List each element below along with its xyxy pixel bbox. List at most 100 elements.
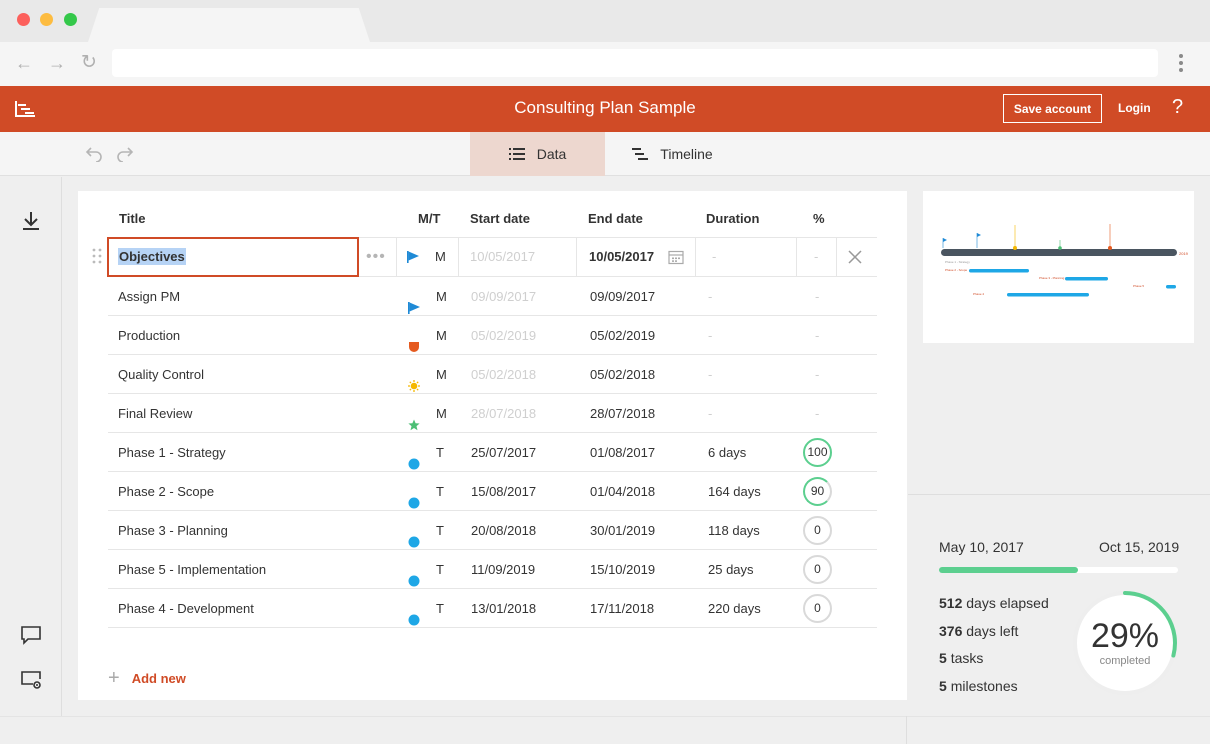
save-account-button[interactable]: Save account: [1003, 94, 1102, 123]
task-title[interactable]: Phase 3 - Planning: [118, 511, 228, 550]
end-date[interactable]: 01/08/2017: [590, 433, 655, 472]
end-date[interactable]: 09/09/2017: [590, 277, 655, 316]
reload-icon[interactable]: ↻: [78, 52, 100, 74]
duration[interactable]: -: [708, 394, 712, 433]
percent-value[interactable]: -: [815, 277, 819, 316]
screen-settings-icon[interactable]: [19, 668, 43, 692]
dot-icon[interactable]: [408, 524, 420, 548]
duration[interactable]: -: [708, 355, 712, 394]
url-input[interactable]: [112, 49, 1158, 77]
start-date[interactable]: 11/09/2019: [471, 550, 535, 589]
download-icon[interactable]: [19, 209, 43, 233]
flag-icon[interactable]: [408, 290, 420, 314]
percent-input[interactable]: -: [814, 238, 818, 276]
percent-value[interactable]: -: [815, 316, 819, 355]
end-date[interactable]: 01/04/2018: [590, 472, 655, 511]
kebab-menu-icon[interactable]: [1174, 52, 1188, 74]
table-row-editing[interactable]: Objectives ••• M 10/05/2017 10/05/2017 -…: [107, 237, 877, 277]
dot-icon[interactable]: [408, 563, 420, 587]
percent-value[interactable]: -: [815, 394, 819, 433]
dot-icon[interactable]: [408, 485, 420, 509]
start-date[interactable]: 15/08/2017: [471, 472, 536, 511]
column-header-duration[interactable]: Duration: [706, 211, 759, 226]
login-link[interactable]: Login: [1118, 101, 1151, 115]
duration[interactable]: -: [708, 316, 712, 355]
arrow-left-icon[interactable]: ←: [13, 52, 35, 74]
duration[interactable]: 25 days: [708, 550, 754, 589]
window-close-button[interactable]: [17, 13, 30, 26]
duration[interactable]: 164 days: [708, 472, 761, 511]
percent-circle[interactable]: 0: [803, 516, 832, 545]
percent-value[interactable]: -: [815, 355, 819, 394]
column-header-percent[interactable]: %: [813, 211, 825, 226]
star-icon[interactable]: [408, 407, 420, 431]
start-date[interactable]: 09/09/2017: [471, 277, 536, 316]
shield-icon[interactable]: [408, 329, 420, 352]
end-date[interactable]: 15/10/2019: [590, 550, 655, 589]
column-header-end-date[interactable]: End date: [588, 211, 643, 226]
end-date[interactable]: 05/02/2019: [590, 316, 655, 355]
end-date[interactable]: 05/02/2018: [590, 355, 655, 394]
task-title[interactable]: Phase 1 - Strategy: [118, 433, 226, 472]
table-row[interactable]: Production M 05/02/2019 05/02/2019 - -: [108, 316, 877, 355]
start-date-input[interactable]: 10/05/2017: [470, 238, 535, 276]
app-logo-icon[interactable]: [14, 100, 36, 118]
window-maximize-button[interactable]: [64, 13, 77, 26]
table-row[interactable]: Phase 3 - Planning T 20/08/2018 30/01/2019 1…: [108, 511, 877, 550]
table-row[interactable]: Quality Control M 05/02/2018 05/02/2018 - -: [108, 355, 877, 394]
task-title[interactable]: Quality Control: [118, 355, 204, 394]
table-row[interactable]: Phase 5 - Implementation T 11/09/2019 15/10…: [108, 550, 877, 589]
table-row[interactable]: Final Review M 28/07/2018 28/07/2018 - -: [108, 394, 877, 433]
start-date[interactable]: 20/08/2018: [471, 511, 536, 550]
column-header-mt[interactable]: M/T: [418, 211, 440, 226]
end-date[interactable]: 30/01/2019: [590, 511, 655, 550]
duration[interactable]: -: [708, 277, 712, 316]
flag-icon[interactable]: [407, 251, 419, 263]
more-options-icon[interactable]: •••: [366, 248, 386, 266]
dot-icon[interactable]: [408, 602, 420, 626]
dot-icon[interactable]: [408, 446, 420, 470]
redo-icon[interactable]: [116, 144, 134, 162]
task-title[interactable]: Final Review: [118, 394, 192, 433]
tab-timeline[interactable]: Timeline: [605, 132, 740, 176]
sun-icon[interactable]: [408, 368, 420, 392]
drag-handle-icon[interactable]: [92, 248, 102, 264]
task-title[interactable]: Phase 4 - Development: [118, 589, 254, 628]
percent-circle[interactable]: 90: [803, 477, 832, 506]
task-title[interactable]: Phase 5 - Implementation: [118, 550, 266, 589]
task-title[interactable]: Production: [118, 316, 180, 355]
title-input[interactable]: Objectives: [107, 237, 359, 277]
table-row[interactable]: Assign PM M 09/09/2017 09/09/2017 - -: [108, 277, 877, 316]
help-icon[interactable]: ?: [1172, 96, 1183, 119]
undo-icon[interactable]: [85, 144, 103, 162]
end-date[interactable]: 28/07/2018: [590, 394, 655, 433]
percent-circle[interactable]: 0: [803, 555, 832, 584]
window-minimize-button[interactable]: [40, 13, 53, 26]
comment-icon[interactable]: [19, 623, 43, 647]
duration[interactable]: 6 days: [708, 433, 746, 472]
duration[interactable]: 220 days: [708, 589, 761, 628]
start-date[interactable]: 05/02/2019: [471, 316, 536, 355]
table-row[interactable]: Phase 2 - Scope T 15/08/2017 01/04/2018 164 …: [108, 472, 877, 511]
tab-data[interactable]: Data: [470, 132, 605, 176]
table-row[interactable]: Phase 4 - Development T 13/01/2018 17/11/20…: [108, 589, 877, 628]
column-header-title[interactable]: Title: [119, 211, 146, 226]
add-new-button[interactable]: + Add new: [108, 667, 186, 690]
column-header-start-date[interactable]: Start date: [470, 211, 530, 226]
start-date[interactable]: 05/02/2018: [471, 355, 536, 394]
percent-circle[interactable]: 100: [803, 438, 832, 467]
close-icon[interactable]: [847, 249, 863, 265]
start-date[interactable]: 13/01/2018: [471, 589, 536, 628]
browser-tab[interactable]: [88, 8, 370, 42]
timeline-preview-thumbnail[interactable]: 2019 Phase 1 - Strategy Phase 2 - Scope …: [923, 191, 1194, 343]
task-title[interactable]: Assign PM: [118, 277, 180, 316]
task-title[interactable]: Phase 2 - Scope: [118, 472, 214, 511]
duration-input[interactable]: -: [712, 238, 716, 276]
start-date[interactable]: 28/07/2018: [471, 394, 536, 433]
arrow-right-icon[interactable]: →: [46, 52, 68, 74]
duration[interactable]: 118 days: [708, 511, 760, 550]
start-date[interactable]: 25/07/2017: [471, 433, 536, 472]
end-date[interactable]: 17/11/2018: [590, 589, 654, 628]
end-date-input[interactable]: 10/05/2017: [589, 238, 654, 276]
table-row[interactable]: Phase 1 - Strategy T 25/07/2017 01/08/2017 6…: [108, 433, 877, 472]
